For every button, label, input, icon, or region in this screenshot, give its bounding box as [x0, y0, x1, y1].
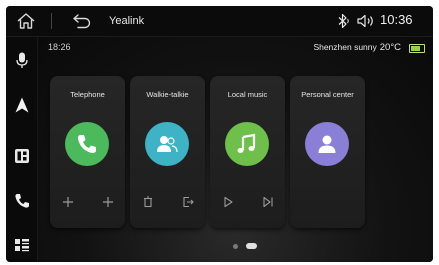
apps-icon[interactable]: [13, 147, 31, 165]
card-label: Walkie-talkie: [146, 90, 189, 99]
card-walkie-talkie[interactable]: Walkie-talkie: [130, 76, 205, 228]
battery-icon: [409, 44, 425, 53]
card-label: Telephone: [70, 90, 105, 99]
contacts-icon: [157, 136, 178, 153]
menu-icon[interactable]: [13, 236, 31, 254]
telephone-button[interactable]: [65, 122, 109, 166]
music-note-icon: [237, 133, 256, 153]
card-label: Personal center: [301, 90, 354, 99]
home-icon[interactable]: [16, 12, 36, 30]
plus-icon[interactable]: [61, 195, 75, 209]
play-icon[interactable]: [221, 195, 235, 209]
local-music-button[interactable]: [225, 122, 269, 166]
divider: [51, 13, 52, 29]
exit-icon[interactable]: [181, 195, 195, 209]
card-telephone[interactable]: Telephone: [50, 76, 125, 228]
weather-text: Shenzhen sunny: [313, 42, 377, 52]
left-rail: [6, 37, 38, 262]
microphone-icon[interactable]: [13, 51, 31, 69]
card-local-music[interactable]: Local music: [210, 76, 285, 228]
volume-icon[interactable]: [356, 14, 378, 28]
weather-info: Shenzhen sunny 20°C: [313, 42, 401, 53]
navigation-icon[interactable]: [13, 96, 31, 114]
status-time: 10:36: [380, 12, 413, 27]
phone-icon: [77, 135, 96, 154]
card-personal-center[interactable]: Personal center: [290, 76, 365, 228]
next-icon[interactable]: [261, 195, 275, 209]
home-panel: 18:26 Shenzhen sunny 20°C Telephone Walki…: [38, 37, 433, 262]
phone-icon[interactable]: [13, 192, 31, 210]
clock: 18:26: [48, 42, 71, 52]
personal-center-button[interactable]: [305, 122, 349, 166]
plus-icon[interactable]: [101, 195, 115, 209]
back-icon[interactable]: [72, 13, 92, 29]
temperature: 20°C: [379, 42, 401, 53]
walkie-talkie-button[interactable]: [145, 122, 189, 166]
card-label: Local music: [227, 90, 268, 99]
page-dot-active[interactable]: [246, 243, 257, 249]
app-title: Yealink: [109, 15, 145, 27]
page-dot[interactable]: [233, 244, 238, 249]
person-icon: [318, 135, 336, 153]
screen: Yealink 10:36 18:26 Shenzhen sunny 20°C …: [6, 6, 433, 262]
top-status-bar: Yealink 10:36: [6, 6, 433, 37]
delete-icon[interactable]: [141, 195, 155, 209]
bluetooth-icon: [338, 13, 349, 29]
